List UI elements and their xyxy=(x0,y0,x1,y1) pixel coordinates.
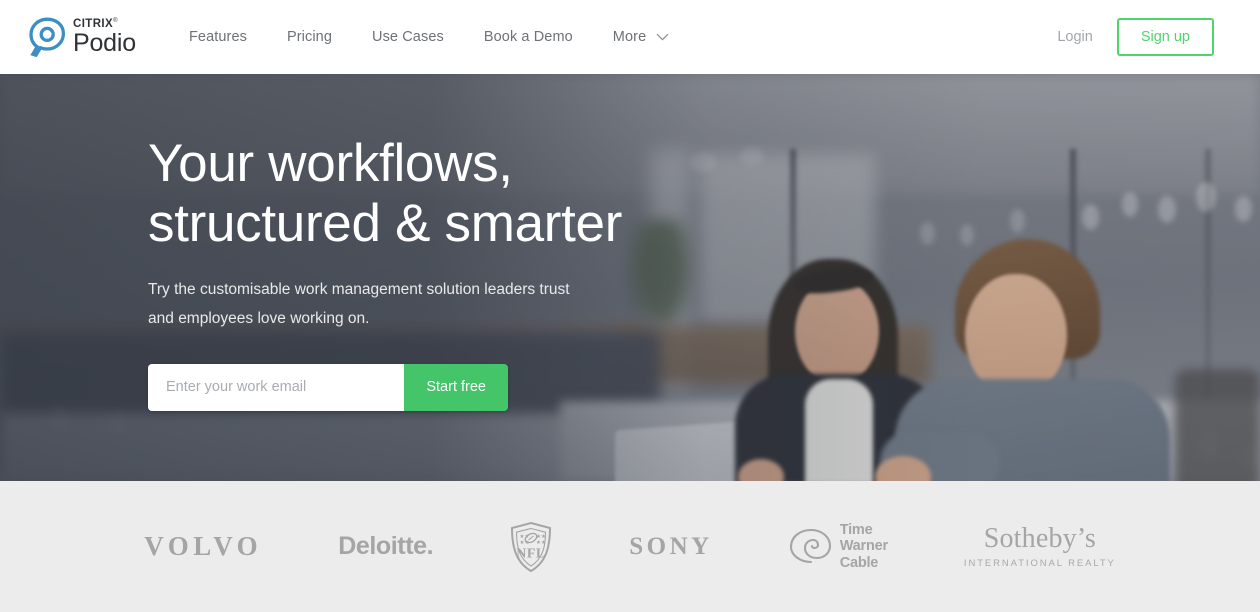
nav-item-more[interactable]: More xyxy=(593,29,689,45)
logo-sony: SONY xyxy=(591,533,750,561)
login-link[interactable]: Login xyxy=(1057,29,1092,45)
main-navigation: Features Pricing Use Cases Book a Demo M… xyxy=(169,29,689,45)
svg-text:★★: ★★ xyxy=(536,533,546,540)
sign-up-button[interactable]: Sign up xyxy=(1116,18,1214,56)
trademark-symbol: ® xyxy=(113,18,118,25)
hero-title: Your workflows, structured & smarter xyxy=(148,134,708,254)
logo-twc-line-2: Warner xyxy=(839,538,888,555)
logo-deloitte-text: Deloitte. xyxy=(338,532,434,560)
logo-time-warner-cable: Time Warner Cable xyxy=(751,522,926,571)
hero-section: Your workflows, structured & smarter Try… xyxy=(0,74,1260,481)
logo-volvo-text: VOLVO xyxy=(144,531,263,561)
header-actions: Login Sign up xyxy=(1057,18,1214,56)
svg-text:★★: ★★ xyxy=(520,533,530,540)
logo-twc-line-3: Cable xyxy=(839,554,879,571)
svg-text:★★: ★★ xyxy=(536,539,546,546)
nav-item-pricing[interactable]: Pricing xyxy=(267,29,352,45)
logo-nfl: ★★ ★★ ★★ ★★ NFL xyxy=(471,521,591,573)
hero-title-line-2: structured & smarter xyxy=(148,194,623,254)
nav-item-use-cases[interactable]: Use Cases xyxy=(352,29,464,45)
logo-twc-text: Time Warner Cable xyxy=(840,522,888,571)
hero-subtitle: Try the customisable work management sol… xyxy=(148,276,588,333)
nav-item-book-a-demo[interactable]: Book a Demo xyxy=(464,29,593,45)
logo-sothebys: Sotheby’s INTERNATIONAL REALTY xyxy=(926,523,1154,569)
logo-sothebys-text: Sotheby’s xyxy=(983,523,1096,555)
podio-pin-logo-icon xyxy=(29,17,66,57)
logo-nfl-text: NFL xyxy=(516,546,546,561)
twc-eye-icon xyxy=(789,529,831,564)
logo-deloitte: Deloitte. xyxy=(300,532,471,561)
chevron-down-icon xyxy=(656,33,669,41)
logo-sothebys-subtext: INTERNATIONAL REALTY xyxy=(963,557,1116,569)
logo-sony-text: SONY xyxy=(629,532,713,560)
customer-logo-strip: VOLVO Deloitte. ★★ ★★ ★★ ★★ NFL SONY Tim… xyxy=(0,481,1260,612)
nav-item-more-label: More xyxy=(612,29,647,45)
hero-signup-form: Start free xyxy=(148,363,508,411)
logo-twc-line-1: Time xyxy=(839,522,873,539)
nfl-shield-icon: ★★ ★★ ★★ ★★ NFL xyxy=(511,521,552,572)
work-email-input[interactable] xyxy=(148,363,405,411)
hero-content: Your workflows, structured & smarter Try… xyxy=(148,74,708,481)
logo-volvo: VOLVO xyxy=(106,531,300,562)
brand-logo[interactable]: CITRIX® Podio xyxy=(28,17,136,57)
brand-podio-text: Podio xyxy=(73,28,136,57)
nav-item-features[interactable]: Features xyxy=(169,29,267,45)
site-header: CITRIX® Podio Features Pricing Use Cases… xyxy=(0,0,1260,74)
hero-subtitle-line-2: employees love working on. xyxy=(178,309,370,327)
hero-title-line-1: Your workflows, xyxy=(148,134,513,194)
start-free-button[interactable]: Start free xyxy=(404,363,508,411)
